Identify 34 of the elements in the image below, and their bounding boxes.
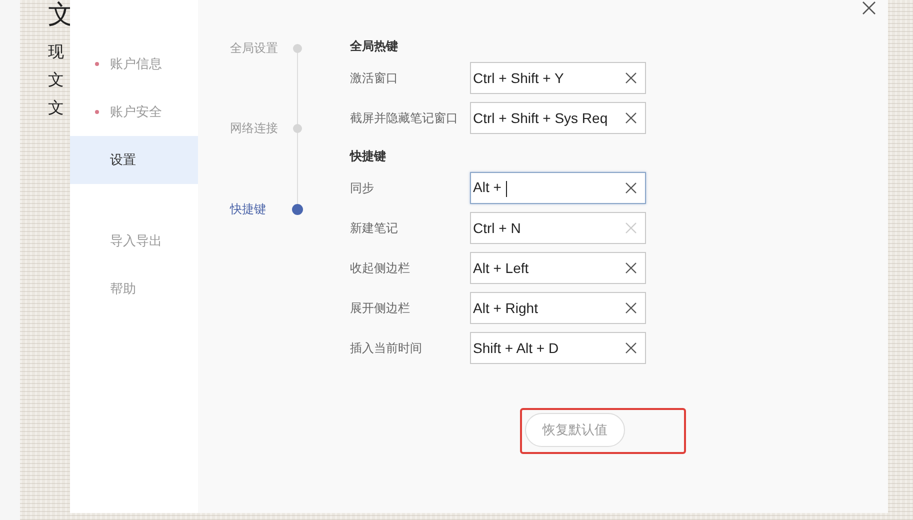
document-text: 现	[48, 41, 65, 63]
shortcut-label: 展开侧边栏	[350, 300, 411, 316]
shortcut-field[interactable]: Ctrl + Shift + Sys Req	[470, 102, 646, 134]
document-text: 文	[48, 69, 65, 91]
section-title: 快捷键	[350, 148, 387, 165]
clear-icon[interactable]	[625, 112, 637, 124]
sidebar-label: 账户安全	[110, 104, 162, 121]
shortcut-label: 同步	[350, 180, 375, 196]
sidebar-label: 导入导出	[110, 233, 162, 250]
close-icon[interactable]	[862, 1, 876, 15]
sidebar-item[interactable]: 设置	[70, 136, 198, 184]
shortcut-label: 截屏并隐藏笔记窗口	[350, 110, 459, 126]
shortcut-label: 插入当前时间	[350, 340, 423, 356]
sidebar-label: 账户信息	[110, 56, 162, 73]
clear-icon[interactable]	[625, 72, 637, 84]
sidebar-label: 帮助	[110, 281, 136, 298]
shortcut-label: 激活窗口	[350, 70, 399, 86]
shortcut-field[interactable]: Ctrl + N	[470, 212, 646, 244]
shortcut-field[interactable]: Alt +	[470, 172, 646, 204]
clear-icon[interactable]	[625, 302, 637, 314]
shortcut-label: 收起侧边栏	[350, 260, 411, 276]
shortcut-field[interactable]: Shift + Alt + D	[470, 332, 646, 364]
clear-icon[interactable]	[625, 342, 637, 354]
shortcut-label: 新建笔记	[350, 220, 399, 236]
shortcut-field[interactable]: Ctrl + Shift + Y	[470, 62, 646, 94]
sidebar-label: 设置	[110, 152, 136, 169]
clear-icon[interactable]	[625, 182, 637, 194]
shortcut-field[interactable]: Alt + Right	[470, 292, 646, 324]
document-text: 文	[48, 97, 65, 119]
section-title: 全局热键	[350, 38, 399, 55]
shortcut-field[interactable]: Alt + Left	[470, 252, 646, 284]
clear-icon[interactable]	[625, 262, 637, 274]
step-link[interactable]: 快捷键	[230, 200, 293, 218]
step-dot-icon	[292, 204, 303, 214]
